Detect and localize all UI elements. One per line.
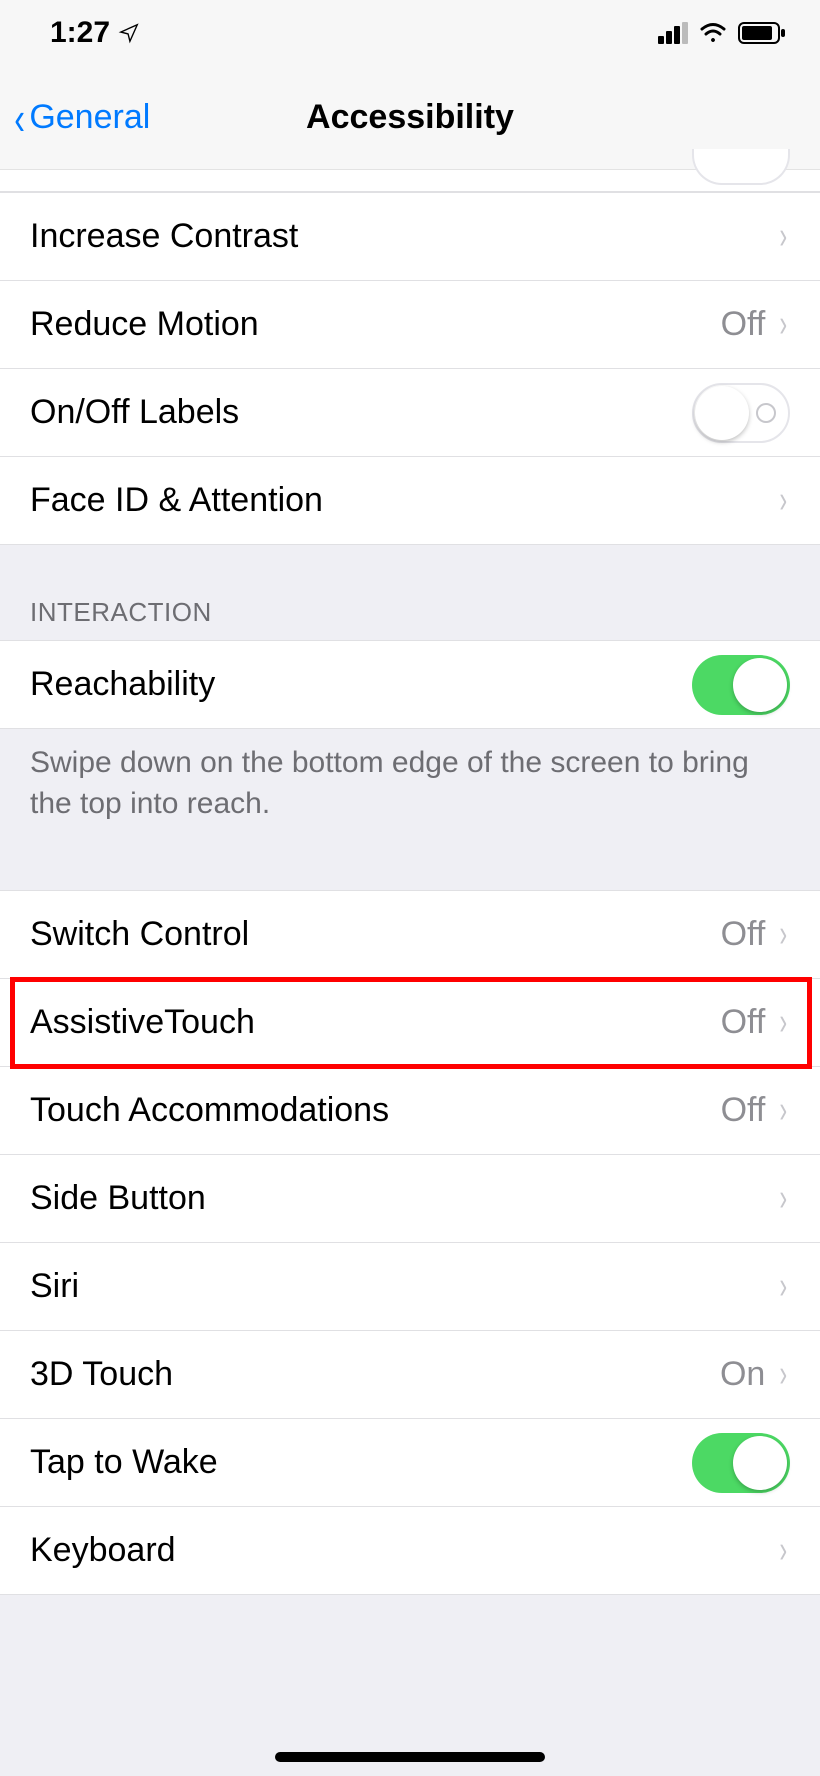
location-icon (118, 22, 140, 44)
row-reachability[interactable]: Reachability (0, 641, 820, 729)
row-label: Face ID & Attention (30, 481, 777, 520)
row-label: AssistiveTouch (30, 1003, 721, 1042)
chevron-right-icon: › (780, 913, 788, 956)
row-3d-touch[interactable]: 3D Touch On › (0, 1331, 820, 1419)
toggle-tap-to-wake[interactable] (692, 1433, 790, 1493)
cellular-signal-icon (658, 22, 688, 44)
row-face-id-attention[interactable]: Face ID & Attention › (0, 457, 820, 545)
chevron-right-icon: › (780, 1177, 788, 1220)
row-keyboard[interactable]: Keyboard › (0, 1507, 820, 1595)
row-value: On (720, 1355, 765, 1394)
chevron-right-icon: › (780, 1089, 788, 1132)
row-value: Off (721, 1091, 766, 1130)
row-value: Off (721, 915, 766, 954)
row-value: Off (721, 305, 766, 344)
row-label: Reachability (30, 665, 692, 704)
home-indicator[interactable] (275, 1752, 545, 1762)
row-label: 3D Touch (30, 1355, 720, 1394)
row-value: Off (721, 1003, 766, 1042)
chevron-right-icon: › (780, 303, 788, 346)
row-onoff-labels[interactable]: On/Off Labels (0, 369, 820, 457)
back-button[interactable]: ‹ General (0, 95, 150, 141)
section-interaction-2: Switch Control Off › AssistiveTouch Off … (0, 890, 820, 1595)
battery-icon (738, 22, 786, 44)
chevron-right-icon: › (780, 1001, 788, 1044)
chevron-right-icon: › (780, 215, 788, 258)
status-right (658, 22, 786, 44)
row-label: On/Off Labels (30, 393, 692, 432)
status-bar: 1:27 (0, 0, 820, 66)
back-label: General (29, 98, 150, 137)
section-vision-continued: Increase Contrast › Reduce Motion Off › … (0, 192, 820, 545)
row-label: Side Button (30, 1179, 777, 1218)
row-switch-control[interactable]: Switch Control Off › (0, 891, 820, 979)
row-increase-contrast[interactable]: Increase Contrast › (0, 193, 820, 281)
row-label: Reduce Motion (30, 305, 721, 344)
row-siri[interactable]: Siri › (0, 1243, 820, 1331)
row-reduce-motion[interactable]: Reduce Motion Off › (0, 281, 820, 369)
row-label: Siri (30, 1267, 777, 1306)
row-label: Increase Contrast (30, 217, 777, 256)
toggle-onoff-labels[interactable] (692, 383, 790, 443)
chevron-right-icon: › (780, 1265, 788, 1308)
row-label: Switch Control (30, 915, 721, 954)
row-side-button[interactable]: Side Button › (0, 1155, 820, 1243)
section-header-interaction: INTERACTION (0, 545, 820, 640)
row-tap-to-wake[interactable]: Tap to Wake (0, 1419, 820, 1507)
partial-scrolled-row (0, 170, 820, 192)
status-left: 1:27 (50, 16, 140, 50)
row-label: Touch Accommodations (30, 1091, 721, 1130)
status-time: 1:27 (50, 16, 110, 50)
section-footer-reachability: Swipe down on the bottom edge of the scr… (0, 729, 820, 842)
chevron-left-icon: ‹ (14, 95, 25, 141)
content: Increase Contrast › Reduce Motion Off › … (0, 170, 820, 1595)
row-touch-accommodations[interactable]: Touch Accommodations Off › (0, 1067, 820, 1155)
section-interaction-1: Reachability (0, 640, 820, 729)
row-assistive-touch[interactable]: AssistiveTouch Off › (0, 979, 820, 1067)
chevron-right-icon: › (780, 1529, 788, 1572)
row-label: Keyboard (30, 1531, 777, 1570)
toggle-reachability[interactable] (692, 655, 790, 715)
wifi-icon (698, 22, 728, 44)
row-label: Tap to Wake (30, 1443, 692, 1482)
chevron-right-icon: › (780, 479, 788, 522)
chevron-right-icon: › (780, 1353, 788, 1396)
